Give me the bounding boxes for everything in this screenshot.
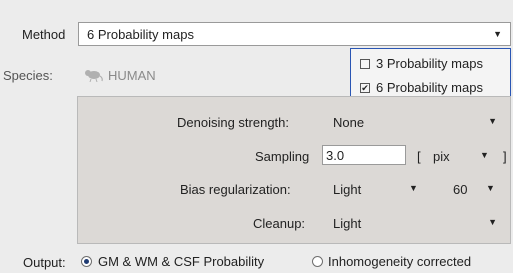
denoising-label: Denoising strength: (177, 115, 290, 130)
radio-label: GM & WM & CSF Probability (98, 254, 265, 269)
bias-value: Light (333, 182, 362, 197)
cleanup-value: Light (333, 216, 362, 231)
sampling-unit: pix (433, 149, 450, 164)
sampling-unit-select[interactable]: pix ▼ (430, 145, 502, 165)
bias-number: 60 (453, 182, 468, 197)
bracket-close: ] (503, 149, 507, 164)
method-dropdown-list: 3 Probability maps ✔ 6 Probability maps (350, 48, 511, 102)
rat-icon (82, 66, 104, 85)
sampling-value: 3.0 (326, 147, 345, 163)
chevron-down-icon: ▼ (409, 183, 418, 193)
radio-label: Inhomogeneity corrected (328, 254, 472, 269)
bias-select[interactable]: Light ▼ (333, 178, 428, 198)
output-label: Output: (23, 255, 66, 270)
chevron-down-icon: ▼ (480, 150, 489, 160)
radio-selected-icon (81, 256, 92, 267)
sampling-input[interactable]: 3.0 (322, 145, 406, 165)
chevron-down-icon: ▼ (488, 217, 497, 227)
output-radio-inhomogeneity[interactable]: Inhomogeneity corrected (312, 254, 471, 269)
sampling-label: Sampling (255, 149, 310, 164)
radio-unselected-icon (312, 256, 323, 267)
denoising-select[interactable]: None ▼ (333, 111, 503, 131)
checkbox-unchecked-icon (360, 58, 370, 69)
species-label: Species: (3, 68, 53, 83)
method-value: 6 Probability maps (87, 26, 194, 42)
checkbox-checked-icon: ✔ (360, 82, 370, 93)
option-label: 3 Probability maps (376, 56, 483, 71)
method-select[interactable]: 6 Probability maps ▼ (78, 22, 511, 46)
bias-number-select[interactable]: 60 ▼ (445, 178, 503, 198)
option-6-probability-maps[interactable]: ✔ 6 Probability maps (360, 80, 483, 95)
output-radio-probability[interactable]: GM & WM & CSF Probability (81, 254, 264, 269)
cleanup-select[interactable]: Light ▼ (333, 212, 503, 232)
chevron-down-icon: ▼ (488, 116, 497, 126)
bracket-open: [ (417, 149, 421, 164)
species-value: HUMAN (108, 68, 156, 83)
cleanup-label: Cleanup: (253, 216, 306, 231)
denoising-value: None (333, 115, 365, 130)
bias-label: Bias regularization: (180, 182, 291, 197)
chevron-down-icon: ▼ (493, 29, 502, 39)
option-label: 6 Probability maps (376, 80, 483, 95)
chevron-down-icon: ▼ (486, 183, 495, 193)
method-label: Method (22, 27, 66, 42)
option-3-probability-maps[interactable]: 3 Probability maps (360, 56, 483, 71)
